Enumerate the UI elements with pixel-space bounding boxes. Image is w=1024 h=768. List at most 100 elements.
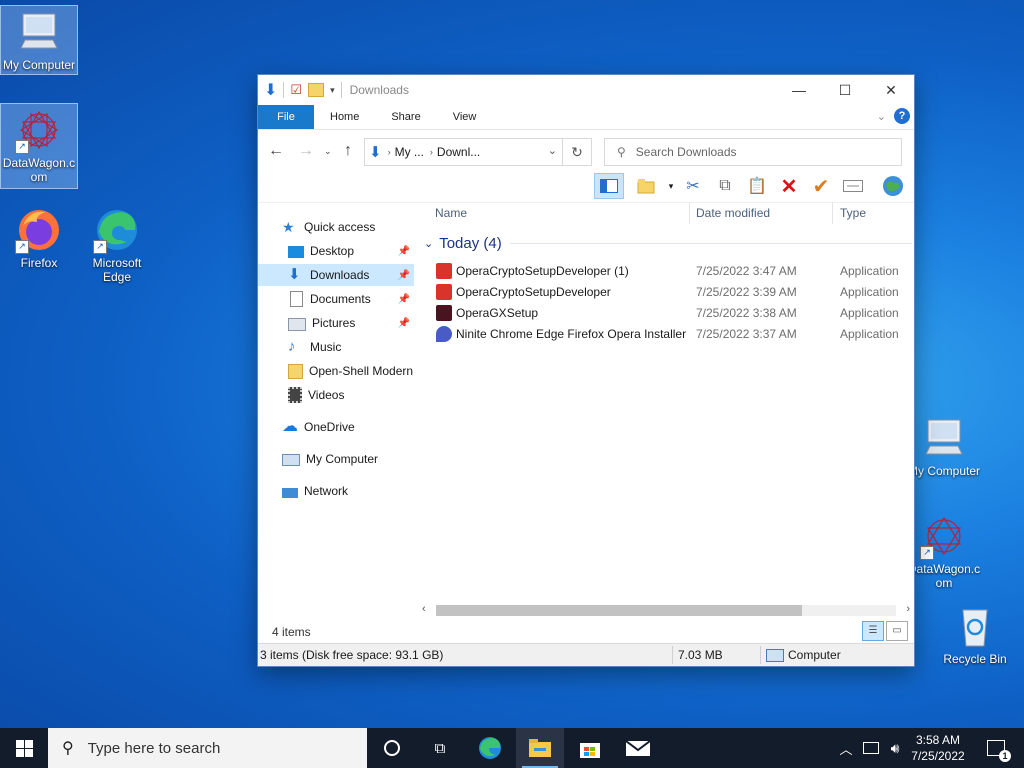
new-folder-icon[interactable]	[308, 83, 325, 97]
desktop-icon-label: DataWagon.c om	[907, 562, 981, 590]
search-icon: ⚲	[62, 740, 74, 757]
file-row[interactable]: OperaGXSetup 7/25/2022 3:38 AM Applicati…	[436, 302, 914, 323]
folder-icon	[288, 364, 303, 379]
scrollbar-thumb[interactable]	[436, 605, 802, 616]
close-button[interactable]: ✕	[868, 75, 914, 105]
recent-locations-icon[interactable]: ⌄	[324, 146, 332, 157]
task-view-button[interactable]: ⧉	[416, 728, 464, 768]
nav-label: Music	[310, 340, 342, 354]
videos-icon	[288, 387, 302, 403]
item-count: 4 items	[272, 625, 311, 639]
checkmark-icon[interactable]: ✔	[808, 173, 834, 199]
desktop-icon-datawagon[interactable]: ↗ DataWagon.c om	[0, 103, 78, 189]
desktop-icon-firefox[interactable]: ↗ Firefox	[1, 204, 77, 270]
navigation-pane: ★ Quick access Desktop 📌 ⬇ Downloads 📌 D…	[258, 202, 418, 642]
new-folder-icon[interactable]	[634, 173, 660, 199]
taskbar-search-box[interactable]: ⚲ Type here to search	[48, 728, 367, 768]
datawagon-icon: ↗	[15, 106, 63, 154]
address-bar[interactable]: ⬇ › My ... › Downl... ⌄ ↻	[364, 138, 592, 166]
windows-logo-icon	[15, 739, 33, 757]
refresh-button[interactable]: ↻	[562, 139, 591, 165]
nav-videos[interactable]: Videos	[258, 384, 414, 406]
file-date: 7/25/2022 3:38 AM	[696, 305, 797, 320]
start-button[interactable]	[0, 728, 48, 768]
show-hidden-icons-button[interactable]: ︿	[836, 728, 856, 768]
status-bar: 3 items (Disk free space: 93.1 GB) 7.03 …	[258, 643, 914, 666]
forward-button[interactable]: →	[298, 142, 314, 160]
breadcrumb-my-computer[interactable]: My ...	[395, 145, 424, 159]
column-header-type[interactable]: Type	[840, 206, 866, 220]
pin-icon: 📌	[397, 245, 410, 257]
nav-onedrive[interactable]: ☁ OneDrive	[258, 416, 414, 438]
nav-documents[interactable]: Documents 📌	[258, 288, 414, 310]
scroll-right-icon[interactable]: ›	[906, 603, 910, 615]
large-icons-view-icon[interactable]: ▭	[886, 621, 908, 641]
group-label: Today (4)	[439, 235, 502, 252]
scroll-left-icon[interactable]: ‹	[422, 603, 426, 615]
downloads-location-icon: ⬇	[369, 144, 382, 161]
nav-pictures[interactable]: Pictures 📌	[258, 312, 414, 334]
nav-open-shell-modern[interactable]: Open-Shell Modern	[258, 360, 414, 382]
taskbar-file-explorer[interactable]	[516, 728, 564, 768]
desktop-folder-icon	[288, 246, 304, 258]
taskbar-store[interactable]	[566, 728, 614, 768]
copy-icon[interactable]: ⧉	[712, 173, 738, 199]
desktop-icon-label: DataWagon.c om	[2, 156, 76, 184]
pin-icon: 📌	[397, 293, 410, 305]
desktop-icon-datawagon-2[interactable]: ↗ DataWagon.c om	[906, 510, 982, 590]
system-clock[interactable]: 3:58 AM 7/25/2022	[908, 732, 968, 764]
column-header-date-modified[interactable]: Date modified	[696, 206, 770, 220]
column-header-name[interactable]: Name	[435, 206, 467, 220]
nav-network[interactable]: Network	[258, 480, 414, 502]
rename-icon[interactable]	[840, 173, 866, 199]
horizontal-scrollbar[interactable]: ‹ ›	[418, 602, 914, 619]
music-icon: ♪	[288, 338, 296, 355]
nav-downloads[interactable]: ⬇ Downloads 📌	[258, 264, 414, 286]
minimize-button[interactable]: —	[776, 75, 822, 105]
desktop-icon-edge[interactable]: ↗ Microsoft Edge	[79, 204, 155, 284]
expand-ribbon-icon[interactable]: ⌄	[877, 110, 886, 123]
nav-music[interactable]: ♪ Music	[258, 336, 414, 358]
back-button[interactable]: ←	[268, 142, 284, 160]
taskbar-edge[interactable]	[466, 728, 514, 768]
maximize-button[interactable]: ☐	[822, 75, 868, 105]
taskbar-mail[interactable]	[614, 728, 662, 768]
network-tray-icon	[863, 742, 879, 754]
file-row[interactable]: Ninite Chrome Edge Firefox Opera Install…	[436, 323, 914, 344]
desktop-icon-my-computer-2[interactable]: My Computer	[906, 412, 982, 478]
tab-file[interactable]: File	[258, 105, 314, 129]
opera-gx-app-icon	[436, 304, 452, 321]
nav-my-computer[interactable]: My Computer	[258, 448, 414, 470]
cut-icon[interactable]: ✂	[680, 173, 706, 199]
volume-button[interactable]: 🔊︎	[884, 728, 906, 768]
address-dropdown-icon[interactable]: ⌄	[548, 144, 557, 157]
up-button[interactable]: ↑	[344, 142, 352, 160]
paste-icon[interactable]: 📋	[744, 173, 770, 199]
file-row[interactable]: OperaCryptoSetupDeveloper (1) 7/25/2022 …	[436, 260, 914, 281]
action-center-button[interactable]: 1	[976, 728, 1016, 768]
properties-icon[interactable]: ☑	[290, 82, 302, 98]
preview-pane-icon[interactable]	[594, 173, 624, 199]
details-view-icon[interactable]: ☰	[862, 621, 884, 641]
delete-icon[interactable]: ✕	[776, 173, 802, 199]
shortcut-arrow-icon: ↗	[15, 240, 29, 254]
cortana-circle-icon	[384, 740, 400, 756]
help-icon[interactable]: ?	[894, 108, 910, 124]
network-tray-button[interactable]	[858, 728, 884, 768]
file-type: Application	[840, 305, 899, 320]
nav-desktop[interactable]: Desktop 📌	[258, 240, 414, 262]
opera-crypto-app-icon	[436, 283, 452, 300]
group-header-today[interactable]: ⌄ Today (4)	[424, 235, 912, 252]
desktop-icon-my-computer[interactable]: My Computer	[0, 5, 78, 75]
desktop-icon-recycle-bin[interactable]: Recycle Bin	[937, 600, 1013, 666]
tab-view[interactable]: View	[437, 105, 493, 129]
file-row[interactable]: OperaCryptoSetupDeveloper 7/25/2022 3:39…	[436, 281, 914, 302]
tab-home[interactable]: Home	[314, 105, 375, 129]
tab-share[interactable]: Share	[375, 105, 436, 129]
cortana-button[interactable]	[368, 728, 416, 768]
search-box[interactable]: ⚲ Search Downloads	[604, 138, 902, 166]
breadcrumb-downloads[interactable]: Downl...	[437, 145, 480, 159]
nav-quick-access[interactable]: ★ Quick access	[258, 216, 414, 238]
globe-icon[interactable]	[880, 173, 906, 199]
customize-qat-icon[interactable]: ▾	[330, 85, 335, 96]
